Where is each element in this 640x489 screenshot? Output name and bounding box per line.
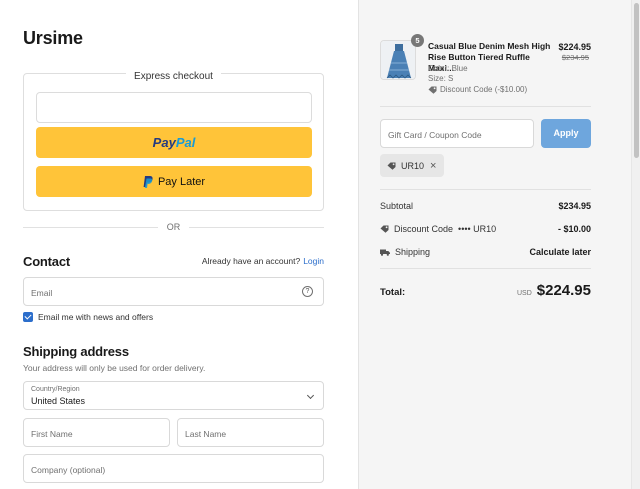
country-value: United States — [31, 396, 86, 406]
chevron-down-icon — [306, 391, 315, 400]
pay-later-button[interactable]: Pay Later — [36, 166, 312, 197]
summary-divider — [380, 106, 591, 107]
paypal-logo-pal: Pal — [175, 135, 196, 150]
help-circle-icon[interactable]: ? — [302, 286, 313, 297]
newsletter-option[interactable]: Email me with news and offers — [23, 312, 153, 322]
tag-icon — [380, 225, 389, 233]
express-checkout-box: Express checkout Pay Pal Pay Later — [23, 71, 324, 211]
truck-icon — [380, 249, 390, 256]
checkout-form-panel: Ursime Express checkout Pay Pal Pay Later… — [0, 0, 358, 489]
summary-divider — [380, 268, 591, 269]
shipping-label: Shipping — [395, 247, 431, 257]
last-name-placeholder: Last Name — [185, 429, 227, 439]
or-divider: OR — [23, 221, 324, 233]
email-field[interactable]: Email ? — [23, 277, 324, 306]
tag-icon — [428, 86, 437, 94]
close-icon[interactable]: × — [430, 160, 436, 172]
summary-divider — [380, 189, 591, 190]
paypal-logo-pay: Pay — [152, 135, 176, 150]
applied-code: UR10 — [401, 160, 425, 171]
contact-heading: Contact — [23, 254, 70, 269]
product-price: $224.95 — [558, 42, 591, 52]
account-prompt-text: Already have an account? — [201, 256, 301, 266]
account-prompt: Already have an account? Login — [202, 256, 324, 266]
product-thumbnail — [380, 40, 416, 80]
shipping-value: Calculate later — [529, 247, 591, 257]
newsletter-checkbox[interactable] — [23, 312, 33, 322]
last-name-field[interactable]: Last Name — [177, 418, 324, 447]
first-name-field[interactable]: First Name — [23, 418, 170, 447]
discount-code: •••• UR10 — [458, 224, 497, 234]
total-value: $224.95 — [536, 282, 591, 299]
newsletter-label: Email me with news and offers — [38, 312, 154, 322]
applied-code-chip: UR10 × — [380, 154, 444, 177]
product-image — [381, 41, 415, 79]
express-checkout-label: Express checkout — [126, 71, 221, 82]
paypal-button[interactable]: Pay Pal — [36, 127, 312, 158]
product-discount: Discount Code (-$10.00) — [428, 85, 527, 94]
company-field[interactable]: Company (optional) — [23, 454, 324, 483]
product-original-price: $234.95 — [561, 53, 589, 62]
shipping-subtitle: Your address will only be used for order… — [23, 363, 206, 373]
store-title[interactable]: Ursime — [23, 28, 83, 49]
express-wallet-slot[interactable] — [36, 92, 312, 123]
discount-value: - $10.00 — [557, 224, 591, 234]
subtotal-value: $234.95 — [558, 201, 591, 211]
page-scrollbar[interactable] — [631, 0, 640, 489]
tag-icon — [387, 162, 396, 170]
subtotal-label: Subtotal — [380, 201, 414, 211]
total-label: Total: — [380, 287, 406, 298]
login-link[interactable]: Login — [303, 256, 324, 266]
total-currency: USD — [517, 290, 532, 297]
country-select[interactable]: Country/Region United States — [23, 381, 324, 410]
paypal-mark-icon — [143, 175, 153, 188]
coupon-input[interactable]: Gift Card / Coupon Code — [380, 119, 534, 148]
discount-label: Discount Code — [394, 224, 454, 234]
first-name-placeholder: First Name — [31, 429, 73, 439]
product-size: Size: S — [428, 74, 454, 83]
shipping-heading: Shipping address — [23, 344, 129, 359]
scrollbar-thumb[interactable] — [634, 3, 639, 158]
product-color: Color: Blue — [428, 64, 468, 73]
product-discount-text: Discount Code (-$10.00) — [440, 85, 528, 94]
quantity-badge: 5 — [411, 34, 424, 47]
email-placeholder: Email — [31, 288, 53, 298]
apply-button[interactable]: Apply — [541, 119, 591, 148]
coupon-placeholder: Gift Card / Coupon Code — [388, 130, 482, 140]
country-label: Country/Region — [31, 386, 80, 393]
company-placeholder: Company (optional) — [31, 465, 106, 475]
pay-later-label: Pay Later — [157, 175, 206, 188]
